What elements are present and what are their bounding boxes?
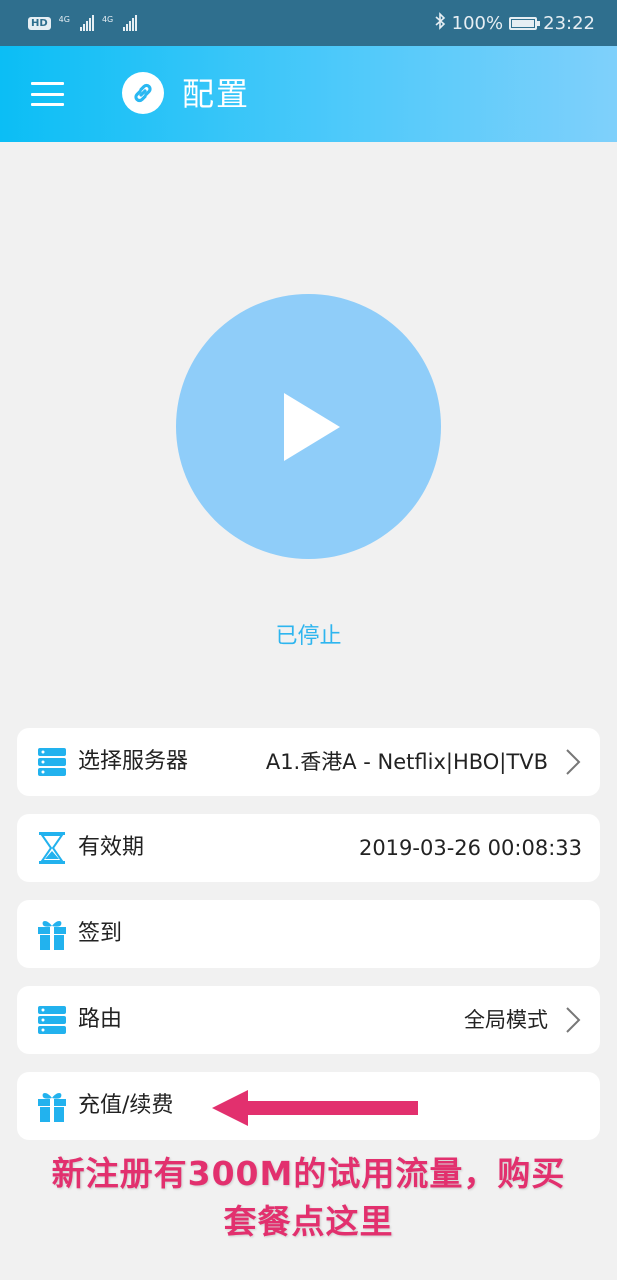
row-label: 选择服务器 (78, 749, 189, 774)
battery-icon (509, 16, 541, 30)
clock: 23:22 (543, 12, 595, 34)
chevron-right-icon (566, 749, 581, 775)
row-label: 路由 (78, 1007, 123, 1032)
row-value: 全局模式 (464, 1008, 548, 1032)
gift-icon (37, 917, 67, 951)
hd-badge: HD (28, 16, 51, 30)
row-label: 充值/续费 (78, 1093, 174, 1118)
row-label: 签到 (78, 921, 123, 946)
hourglass-icon (37, 831, 67, 865)
signal-icon-2 (123, 15, 138, 31)
route-row[interactable]: 路由 全局模式 (17, 986, 600, 1054)
chevron-right-icon (566, 1007, 581, 1033)
promo-annotation: 新注册有300M的试用流量，购买 套餐点这里 (0, 1150, 617, 1246)
status-bar: HD 4G 4G 100% 23:22 (0, 0, 617, 46)
gift-icon (37, 1089, 67, 1123)
row-value: 2019-03-26 00:08:33 (358, 836, 582, 860)
network-type-2: 4G (101, 15, 114, 24)
battery-percent: 100% (451, 12, 504, 34)
promo-line-2: 套餐点这里 (223, 1202, 394, 1241)
signal-icon (79, 15, 94, 31)
expiry-row: 有效期 2019-03-26 00:08:33 (17, 814, 600, 882)
play-icon (283, 392, 340, 461)
row-label: 有效期 (78, 835, 145, 860)
connection-status: 已停止 (275, 624, 342, 649)
annotation-arrow-icon (212, 1090, 418, 1126)
status-bar-left: HD 4G 4G (28, 15, 138, 31)
row-value: A1.香港A - Netflix|HBO|TVB (265, 750, 548, 774)
network-type-1: 4G (58, 15, 70, 24)
page-title: 配置 (182, 75, 251, 113)
connect-play-button[interactable] (176, 294, 441, 559)
promo-line-1: 新注册有300M的试用流量，购买 (51, 1154, 566, 1193)
app-bar: 配置 (0, 46, 617, 142)
select-server-row[interactable]: 选择服务器 A1.香港A - Netflix|HBO|TVB (17, 728, 600, 796)
server-icon (37, 745, 67, 779)
bluetooth-icon (434, 11, 446, 35)
server-icon (37, 1003, 67, 1037)
status-bar-right: 100% 23:22 (434, 11, 595, 35)
link-icon (122, 72, 164, 114)
check-in-row[interactable]: 签到 (17, 900, 600, 968)
menu-icon[interactable] (31, 82, 64, 106)
